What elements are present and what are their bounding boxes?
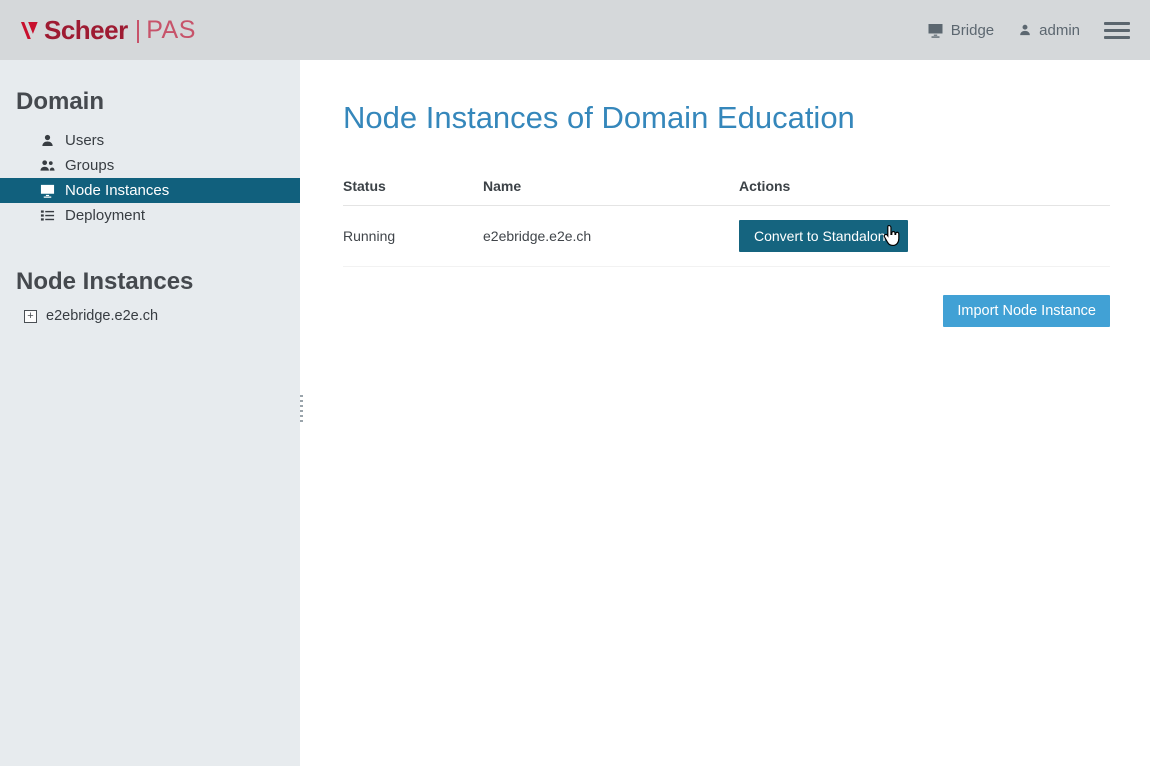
user-menu-item[interactable]: admin [1018, 22, 1080, 39]
node-instances-heading: Node Instances [16, 268, 300, 296]
user-label: admin [1039, 22, 1080, 39]
tree-expand-icon[interactable]: + [24, 310, 37, 323]
user-icon [1018, 23, 1032, 37]
bridge-label: Bridge [951, 22, 994, 39]
domain-menu: Users Groups Node Instances Deployment [0, 128, 300, 228]
list-icon [40, 208, 55, 223]
table-header-row: Status Name Actions [343, 168, 1110, 206]
tree-item-label: e2ebridge.e2e.ch [46, 308, 158, 324]
sidebar: Domain Users Groups Node Instances [0, 60, 300, 766]
column-header-actions: Actions [739, 168, 1110, 206]
tree-item-e2ebridge[interactable]: + e2ebridge.e2e.ch [24, 308, 300, 324]
logo-brand-text: Scheer [44, 15, 128, 46]
app-header: Scheer | PAS Bridge admin [0, 0, 1150, 60]
main-content: Node Instances of Domain Education Statu… [303, 60, 1150, 766]
convert-to-standalone-button[interactable]: Convert to Standalone [739, 220, 908, 252]
sidebar-item-deployment[interactable]: Deployment [0, 203, 300, 228]
sidebar-item-users[interactable]: Users [0, 128, 300, 153]
sidebar-item-label: Users [65, 132, 104, 149]
node-instances-table: Status Name Actions Running e2ebridge.e2… [343, 168, 1110, 267]
sidebar-item-groups[interactable]: Groups [0, 153, 300, 178]
sidebar-item-label: Deployment [65, 207, 145, 224]
name-cell: e2ebridge.e2e.ch [483, 206, 739, 267]
logo-product-text: PAS [146, 16, 196, 45]
column-header-status: Status [343, 168, 483, 206]
table-row: Running e2ebridge.e2e.ch Convert to Stan… [343, 206, 1110, 267]
sidebar-item-label: Groups [65, 157, 114, 174]
bridge-menu-item[interactable]: Bridge [927, 22, 994, 39]
sidebar-item-node-instances[interactable]: Node Instances [0, 178, 300, 203]
scheer-pas-logo: Scheer | PAS [20, 15, 196, 46]
import-node-instance-button[interactable]: Import Node Instance [943, 295, 1110, 327]
actions-cell: Convert to Standalone [739, 206, 1110, 267]
monitor-icon [40, 183, 55, 198]
user-icon [40, 133, 55, 148]
scheer-logo-icon [20, 19, 39, 42]
sidebar-item-label: Node Instances [65, 182, 169, 199]
page-title: Node Instances of Domain Education [343, 100, 1110, 136]
monitor-icon [927, 22, 944, 38]
hamburger-menu-icon[interactable] [1104, 22, 1130, 39]
domain-heading: Domain [16, 88, 300, 116]
status-cell: Running [343, 206, 483, 267]
users-icon [40, 158, 55, 173]
logo-separator: | [135, 16, 142, 45]
column-header-name: Name [483, 168, 739, 206]
import-button-row: Import Node Instance [343, 295, 1110, 327]
header-actions: Bridge admin [927, 22, 1130, 39]
